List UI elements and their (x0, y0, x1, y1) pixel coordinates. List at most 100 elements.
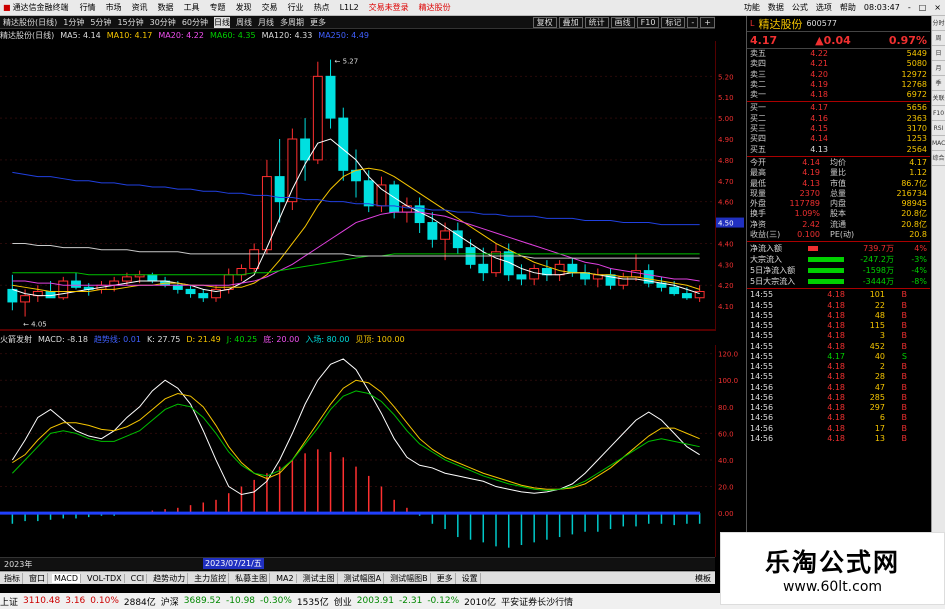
overlay-button[interactable]: 叠加 (558, 16, 583, 28)
status-item: 3.16 (65, 596, 86, 606)
period-15min[interactable]: 15分钟 (117, 17, 143, 28)
sidebar-button[interactable]: F10 (932, 106, 945, 121)
menu-function[interactable]: 功能 (744, 2, 760, 13)
sidebar-button[interactable]: 关联 (932, 91, 945, 106)
tick-price: 4.18 (827, 310, 845, 320)
tab-macd[interactable]: MACD (52, 573, 81, 583)
k-value: K: 27.75 (146, 334, 181, 344)
price-tick: 4.80 (718, 157, 734, 165)
menu-item-discover[interactable]: 发现 (236, 2, 252, 13)
template-button[interactable]: 模板 (693, 573, 713, 584)
indicator-tick: 0.00 (718, 510, 734, 518)
tick-volume: 101 (869, 290, 885, 300)
period-60min[interactable]: 60分钟 (182, 17, 208, 28)
ask-price: 4.19 (810, 79, 828, 89)
stock-name-link[interactable]: 精达股份 (419, 2, 451, 13)
draw-button[interactable]: 画线 (610, 16, 635, 28)
period-week[interactable]: 周线 (236, 17, 252, 28)
menu-item-topics[interactable]: 专题 (210, 2, 226, 13)
menu-item-industry[interactable]: 行业 (288, 2, 304, 13)
sidebar-button[interactable]: RSI (932, 121, 945, 136)
flow-bar (808, 246, 818, 252)
f10-button[interactable]: F10 (636, 16, 660, 28)
app-logo-icon: ■ (3, 3, 11, 12)
tab-more[interactable]: 更多 (435, 572, 456, 584)
sidebar-button[interactable]: 分时 (932, 16, 945, 31)
tab-main-monitor[interactable]: 主力监控 (192, 572, 230, 584)
minimize-icon[interactable]: - (908, 3, 911, 12)
menu-item-trade[interactable]: 交易 (262, 2, 278, 13)
ask-volume: 5449 (906, 49, 927, 58)
menu-item-data[interactable]: 数据 (158, 2, 174, 13)
menu-item-market[interactable]: 行情 (80, 2, 96, 13)
watermark-url: www.60lt.com (782, 578, 883, 595)
stat-row: 收益(三) 0.100 PE(动) 20.8 (747, 230, 930, 240)
menu-data[interactable]: 数据 (768, 2, 784, 13)
period-5min[interactable]: 5分钟 (90, 17, 111, 28)
tab-indicator[interactable]: 指标 (2, 572, 23, 584)
status-item: 1535亿 (296, 597, 329, 608)
tab-settings[interactable]: 设置 (460, 572, 481, 584)
top-level: 见顶: 100.00 (355, 334, 405, 344)
period-multi[interactable]: 多周期 (280, 17, 304, 28)
tick-row: 14:56 4.18 17 B (747, 424, 930, 434)
menu-item-hot[interactable]: 热点 (314, 2, 330, 13)
status-item: 平安证券长沙行情 (501, 597, 574, 608)
tab-vol-tdx[interactable]: VOL-TDX (85, 573, 125, 583)
sidebar-button[interactable]: 季 (932, 76, 945, 91)
menu-item-tools[interactable]: 工具 (184, 2, 200, 13)
tab-ma2[interactable]: MA2 (274, 573, 297, 583)
menu-item-news[interactable]: 资讯 (132, 2, 148, 13)
menu-formula[interactable]: 公式 (792, 2, 808, 13)
menu-item-exchange[interactable]: 市场 (106, 2, 122, 13)
stat-value: 2.42 (802, 219, 820, 229)
ma10-value: MA10: 4.17 (106, 30, 153, 40)
sidebar-button[interactable]: 月 (932, 61, 945, 76)
period-1min[interactable]: 1分钟 (63, 17, 84, 28)
tab-test-main[interactable]: 测试主图 (301, 572, 338, 584)
menu-options[interactable]: 选项 (816, 2, 832, 13)
tab-private-main[interactable]: 私募主图 (233, 572, 271, 584)
period-day[interactable]: 日线 (214, 16, 230, 28)
right-sidebar: 分时周日月季关联 F10 RSI MAC 综合 (931, 16, 945, 593)
sidebar-button[interactable]: 日 (932, 46, 945, 61)
tab-test-sub-a[interactable]: 测试幅图A (342, 572, 385, 584)
period-30min[interactable]: 30分钟 (150, 17, 176, 28)
status-item: -0.12% (427, 596, 460, 606)
tick-direction: B (901, 331, 908, 341)
menu-item-level[interactable]: L1L2 (340, 3, 359, 12)
flow-row: 净流入额 739.7万 4% (747, 243, 930, 254)
watermark: 乐淘公式网 www.60lt.com (720, 532, 945, 605)
kline-chart[interactable]: ← 5.27 ← 4.05 (0, 41, 715, 331)
tick-time: 14:55 (750, 351, 774, 361)
stats-button[interactable]: 统计 (584, 16, 609, 28)
sidebar-button[interactable]: 周 (932, 31, 945, 46)
tick-price: 4.17 (827, 351, 845, 361)
tab-test-sub-b[interactable]: 测试幅图B (388, 572, 431, 584)
zoom-in-button[interactable]: + (700, 16, 715, 28)
candle-body (172, 284, 183, 290)
indicator-chart[interactable] (0, 345, 715, 557)
maximize-icon[interactable]: □ (919, 3, 927, 12)
stat-label: 最高 (750, 168, 766, 178)
zoom-out-button[interactable]: - (687, 16, 699, 28)
menu-help[interactable]: 帮助 (840, 2, 856, 13)
ask-volume: 12972 (901, 69, 927, 79)
period-month[interactable]: 月线 (258, 17, 274, 28)
tab-cci[interactable]: CCI (129, 573, 148, 583)
adjust-button[interactable]: 复权 (532, 16, 557, 28)
tab-window[interactable]: 窗口 (27, 572, 48, 584)
sidebar-button[interactable]: MAC (932, 136, 945, 151)
login-status-link[interactable]: 交易未登录 (369, 2, 409, 13)
indicator-name[interactable]: 火箭发射 (0, 334, 32, 345)
bid-book: 买一 4.17 5656 买二 4.16 2363 买三 4.15 3170 买四 4.14 1253… (747, 103, 930, 154)
mark-button[interactable]: 标记 (661, 16, 686, 28)
tick-direction: B (901, 362, 908, 372)
tick-price: 4.18 (827, 290, 845, 300)
close-icon[interactable]: × (934, 3, 941, 12)
stock-flag-icon: L (750, 19, 755, 28)
tab-trend-power[interactable]: 趋势动力 (151, 572, 189, 584)
sidebar-button[interactable]: 综合 (932, 151, 945, 166)
menu-bar: ■ 通达信金融终端 行情 市场 资讯 数据 工具 专题 发现 交易 行业 热点 … (0, 0, 945, 16)
period-more[interactable]: 更多 (310, 17, 326, 28)
